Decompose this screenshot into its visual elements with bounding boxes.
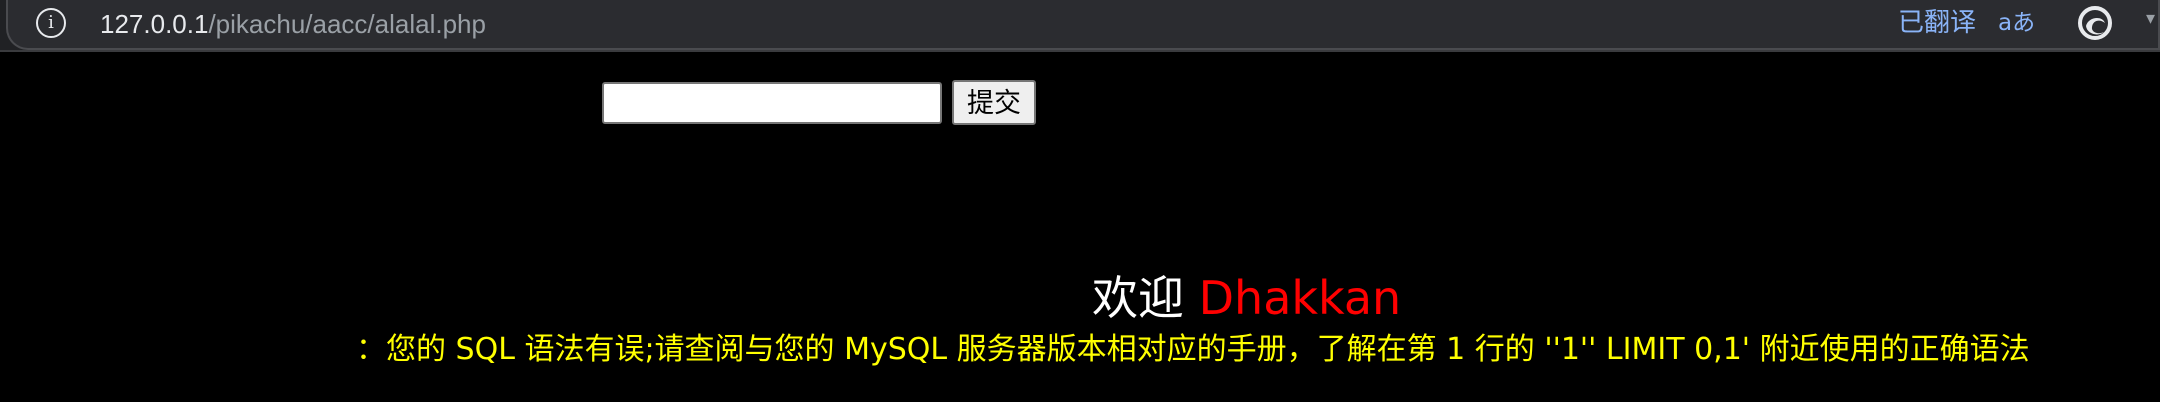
sql-error-message: ：您的 SQL 语法有误;请查阅与您的 MySQL 服务器版本相对应的手册，了解… xyxy=(356,332,2030,367)
url-host: 127.0.0.1 xyxy=(100,9,209,39)
welcome-name: Dhakkan xyxy=(1198,271,1402,325)
welcome-prefix: 欢迎 xyxy=(1092,271,1184,325)
text-input[interactable] xyxy=(602,82,942,124)
translate-icon[interactable]: aあ xyxy=(1998,6,2035,40)
edge-logo-icon[interactable] xyxy=(2078,6,2112,40)
submit-button[interactable]: 提交 xyxy=(952,80,1036,125)
info-icon[interactable]: i xyxy=(36,8,66,38)
welcome-message: 欢迎 Dhakkan xyxy=(1092,270,1401,326)
translated-label[interactable]: 已翻译 xyxy=(1898,6,1976,40)
browser-address-bar: i 127.0.0.1/pikachu/aacc/alalal.php 已翻译 … xyxy=(0,0,2160,52)
url-text[interactable]: 127.0.0.1/pikachu/aacc/alalal.php xyxy=(100,8,486,40)
url-path: /pikachu/aacc/alalal.php xyxy=(208,9,486,39)
chevron-down-icon[interactable]: ▾ xyxy=(2146,8,2155,29)
